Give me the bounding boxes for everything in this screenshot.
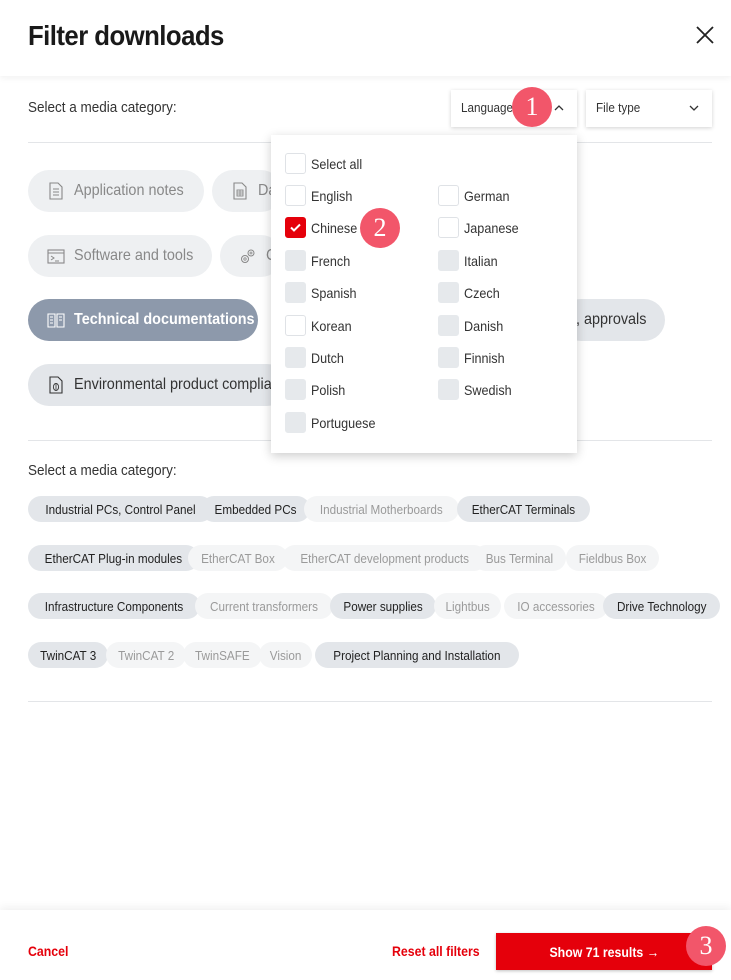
language-option-japanese[interactable]: Japanese — [438, 217, 525, 238]
product-tag[interactable]: Drive Technology — [603, 593, 721, 619]
show-results-label: Show 71 results → — [549, 943, 659, 960]
spreadsheet-document-icon — [233, 182, 247, 200]
product-tag[interactable]: EtherCAT Plug-in modules — [28, 545, 199, 571]
cancel-link[interactable]: Cancel — [28, 943, 68, 959]
checkbox — [438, 282, 459, 303]
checkbox — [438, 250, 459, 271]
product-tag[interactable]: Embedded PCs — [201, 496, 311, 522]
chevron-up-icon — [554, 105, 564, 111]
product-category-label: Select a media category: — [28, 462, 177, 479]
language-option-english[interactable]: English — [285, 185, 357, 206]
checkbox — [438, 315, 459, 336]
language-option-french: French — [285, 250, 355, 271]
leaf-document-icon — [49, 376, 63, 394]
divider — [28, 701, 712, 702]
checkbox[interactable] — [285, 217, 306, 238]
language-option-polish: Polish — [285, 379, 349, 400]
checkbox[interactable] — [285, 185, 306, 206]
document-icon — [49, 182, 63, 200]
category-application-notes[interactable]: Application notes — [28, 170, 204, 212]
product-tag[interactable]: TwinCAT 3 — [28, 642, 109, 668]
category-technical-documentations[interactable]: Technical documentations — [28, 299, 258, 341]
close-button[interactable] — [694, 24, 716, 46]
checkbox[interactable] — [438, 185, 459, 206]
language-option-german[interactable]: German — [438, 185, 515, 206]
checkbox[interactable] — [285, 153, 306, 174]
gears-icon — [241, 249, 255, 263]
product-tag[interactable]: Current transformers — [195, 593, 333, 619]
annotation-badge-2: 2 — [360, 208, 400, 248]
product-tag[interactable]: EtherCAT Terminals — [457, 496, 590, 522]
language-option-finnish: Finnish — [438, 347, 509, 368]
product-tag[interactable]: Lightbus — [434, 593, 502, 619]
checkbox — [285, 250, 306, 271]
product-tag[interactable]: Industrial Motherboards — [304, 496, 459, 522]
media-category-label: Select a media category: — [28, 99, 177, 116]
product-tag[interactable]: Power supplies — [330, 593, 437, 619]
category-software-and-tools[interactable]: Software and tools — [28, 235, 212, 277]
product-tag[interactable]: Bus Terminal — [473, 545, 566, 571]
language-option-italian: Italian — [438, 250, 501, 271]
product-tag[interactable]: Project Planning and Installation — [315, 642, 519, 668]
checkbox[interactable] — [438, 217, 459, 238]
annotation-badge-1: 1 — [512, 87, 552, 127]
file-type-dropdown[interactable]: File type — [586, 90, 712, 127]
product-tag[interactable]: Industrial PCs, Control Panel — [28, 496, 213, 522]
checkbox — [285, 412, 306, 433]
product-tag[interactable]: IO accessories — [504, 593, 608, 619]
close-icon — [696, 26, 714, 44]
checkbox — [285, 379, 306, 400]
file-type-dropdown-label: File type — [596, 100, 641, 115]
language-option-spanish: Spanish — [285, 282, 362, 303]
dialog-header: Filter downloads — [0, 0, 731, 76]
product-tag[interactable]: EtherCAT development products — [282, 545, 488, 571]
chevron-down-icon — [689, 105, 699, 111]
show-results-button[interactable]: Show 71 results → — [496, 933, 712, 970]
checkbox — [285, 282, 306, 303]
language-option-danish: Danish — [438, 315, 508, 336]
product-tag[interactable]: TwinCAT 2 — [106, 642, 187, 668]
product-tag[interactable]: Infrastructure Components — [28, 593, 200, 619]
reset-all-filters-link[interactable]: Reset all filters — [392, 943, 480, 959]
product-tag[interactable]: Vision — [259, 642, 313, 668]
product-tag[interactable]: TwinSAFE — [183, 642, 262, 668]
language-option-dutch: Dutch — [285, 347, 348, 368]
language-menu: Select all English German Chinese Japanese F… — [271, 135, 577, 453]
dialog-title: Filter downloads — [28, 20, 224, 51]
open-book-icon — [47, 313, 65, 328]
language-option-swedish: Swedish — [438, 379, 517, 400]
checkbox[interactable] — [285, 315, 306, 336]
language-option-czech: Czech — [438, 282, 504, 303]
checkbox — [285, 347, 306, 368]
checkbox — [438, 347, 459, 368]
language-option-select-all[interactable]: Select all — [285, 153, 368, 174]
language-option-portuguese: Portuguese — [285, 412, 383, 433]
category-environmental-product-compliance[interactable]: Environmental product complia — [28, 364, 288, 406]
checkbox — [438, 379, 459, 400]
checkmark-icon — [290, 223, 301, 232]
product-tag[interactable]: Fieldbus Box — [566, 545, 660, 571]
language-option-chinese[interactable]: Chinese — [285, 217, 362, 238]
language-option-korean[interactable]: Korean — [285, 315, 356, 336]
language-dropdown-label: Language — [461, 100, 514, 115]
product-tag[interactable]: EtherCAT Box — [188, 545, 288, 571]
terminal-window-icon — [47, 249, 65, 264]
annotation-badge-3: 3 — [686, 926, 726, 966]
